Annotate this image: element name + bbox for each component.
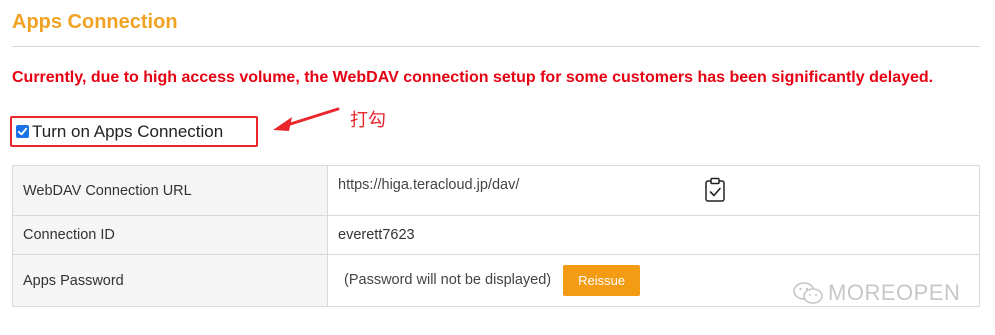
table-row: Connection ID everett7623 <box>12 215 980 255</box>
connection-id-value: everett7623 <box>327 215 980 255</box>
clipboard-check-icon[interactable] <box>704 177 726 203</box>
title-divider <box>12 46 980 47</box>
apps-connection-label[interactable]: Turn on Apps Connection <box>32 122 223 142</box>
connection-id-label: Connection ID <box>12 215 328 255</box>
apps-connection-checkbox[interactable] <box>16 125 29 138</box>
password-hidden-note: (Password will not be displayed) <box>344 272 552 289</box>
delay-notice: Currently, due to high access volume, th… <box>12 69 934 86</box>
page-title: Apps Connection <box>12 11 178 33</box>
table-row: WebDAV Connection URL https://higa.terac… <box>12 165 980 216</box>
annotation-text: 打勾 <box>350 110 386 131</box>
apps-connection-toggle-row[interactable]: Turn on Apps Connection <box>10 116 258 147</box>
watermark: MOREOPEN <box>792 280 960 306</box>
checkmark-icon <box>17 127 28 136</box>
reissue-button[interactable]: Reissue <box>563 265 641 296</box>
annotation-arrow-icon <box>273 107 340 131</box>
webdav-url-label: WebDAV Connection URL <box>12 165 328 216</box>
watermark-text: MOREOPEN <box>828 280 961 305</box>
webdav-url-value[interactable]: https://higa.teracloud.jp/dav/ <box>338 177 519 193</box>
apps-password-label: Apps Password <box>12 254 328 307</box>
webdav-url-cell: https://higa.teracloud.jp/dav/ <box>327 165 980 216</box>
wechat-icon <box>793 282 823 304</box>
